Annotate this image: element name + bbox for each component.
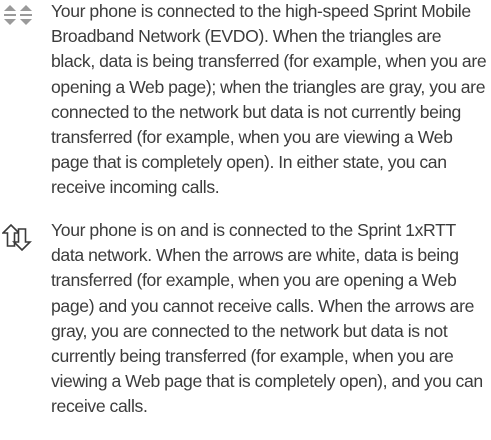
evdo-description: Your phone is connected to the high-spee… [51,1,487,198]
evdo-data-triangles-icon [2,4,38,40]
1xrtt-description: Your phone is on and is connected to the… [51,220,483,417]
1xrtt-data-arrows-icon [1,223,38,259]
